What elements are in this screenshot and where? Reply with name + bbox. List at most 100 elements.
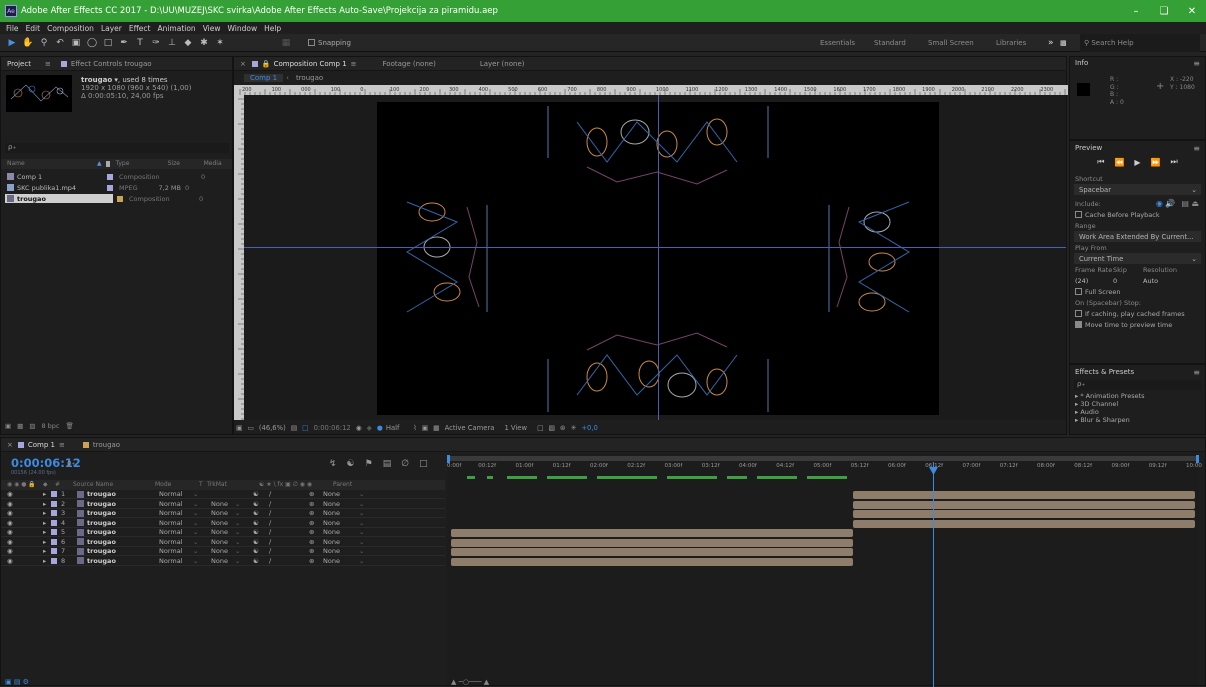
guide-vertical[interactable] [658, 95, 659, 420]
layer-mode-dropdown[interactable]: Normal [159, 547, 193, 555]
time-ruler[interactable]: 0:00f 00:12f 01:00f 01:12f 02:00f 02:12f 03:00… [447, 462, 1202, 474]
layer-parent-dropdown[interactable]: None [323, 528, 359, 536]
graph-editor-icon[interactable]: □ [419, 459, 428, 469]
parent-pickwhip-icon[interactable]: ⊛ [309, 547, 323, 555]
panel-menu-icon[interactable]: ≡ [1193, 144, 1200, 153]
project-item-row[interactable]: Comp 1 Composition 0 [1, 172, 232, 182]
menu-animation[interactable]: Animation [157, 24, 195, 33]
bpc-button[interactable]: 8 bpc [41, 422, 59, 430]
panel-menu-icon[interactable]: ≡ [351, 60, 357, 68]
pan-behind-tool-icon[interactable]: ◯ [84, 36, 100, 50]
frame-blending-icon[interactable]: ▤ [383, 459, 392, 469]
visibility-eye-icon[interactable]: ◉ [7, 557, 25, 565]
layer-name[interactable]: trougao [87, 538, 159, 546]
layer-mode-dropdown[interactable]: Normal [159, 490, 193, 498]
collapse-transform-icon[interactable]: ☯ [253, 557, 269, 565]
workspace-standard[interactable]: Standard [874, 34, 906, 52]
panel-menu-icon[interactable]: ≡ [59, 441, 65, 449]
layer-mode-dropdown[interactable]: Normal [159, 509, 193, 517]
tab-composition[interactable]: Composition Comp 1 [274, 60, 347, 68]
panel-menu-icon[interactable]: ≡ [45, 60, 51, 68]
layer-mode-dropdown[interactable]: Normal [159, 557, 193, 565]
3d-renderer-icon[interactable]: □ [537, 424, 543, 432]
menu-composition[interactable]: Composition [47, 24, 94, 33]
search-help-field[interactable]: ⚲ Search Help [1080, 34, 1200, 52]
fast-previews-icon[interactable]: ⌇ [413, 424, 416, 432]
layer-trkmat-dropdown[interactable]: None [211, 538, 235, 546]
layer-name[interactable]: trougao [87, 528, 159, 536]
quality-switch-icon[interactable]: ∕ [269, 490, 309, 498]
trash-icon[interactable]: 🗑 [66, 422, 74, 430]
tab-timeline-trougao[interactable]: trougao [93, 441, 120, 449]
workspace-libraries[interactable]: Libraries [996, 34, 1026, 52]
project-search-input[interactable]: ρ₊ [5, 143, 229, 153]
rotate-tool-icon[interactable]: ↶ [52, 36, 68, 50]
interpret-footage-icon[interactable]: ▣ [5, 422, 11, 430]
workspace-small-screen[interactable]: Small Screen [928, 34, 974, 52]
new-composition-icon[interactable]: ▨ [29, 422, 35, 430]
snapshot-camera-icon[interactable]: ◉ [356, 424, 362, 432]
layer-row[interactable]: ◉ ▸ 1 trougao Normal ⌄ ☯ ∕ ⊛ None ⌄ [1, 490, 445, 499]
type-tool-icon[interactable]: T [132, 36, 148, 50]
layer-label-color[interactable] [51, 491, 57, 497]
tab-effect-controls[interactable]: Effect Controls trougao [71, 60, 152, 68]
layer-row[interactable]: ◉ ▸ 8 trougao Normal ⌄ None ⌄ ☯ ∕ ⊛ None… [1, 557, 445, 566]
axis-mode-icon[interactable]: ▦ [278, 36, 294, 50]
timeline-search-input[interactable]: ρ₊ [67, 459, 127, 469]
parent-pickwhip-icon[interactable]: ⊛ [309, 509, 323, 517]
layer-name[interactable]: trougao [87, 490, 159, 498]
layer-label-color[interactable] [51, 557, 57, 564]
layer-duration-bar[interactable] [451, 548, 853, 556]
zoom-slider[interactable]: ▲ ─○─── ▲ [451, 678, 489, 686]
resolution-dropdown[interactable]: Half [386, 424, 400, 432]
breadcrumb-trougao[interactable]: trougao [292, 74, 327, 82]
play-icon[interactable]: ▶ [1134, 158, 1140, 167]
zoom-tool-icon[interactable]: ⚲ [36, 36, 52, 50]
layer-duration-bar[interactable] [451, 529, 853, 537]
layer-row[interactable]: ◉ ▸ 2 trougao Normal ⌄ None ⌄ ☯ ∕ ⊛ None… [1, 500, 445, 509]
timeline-icon[interactable]: ▨ [548, 424, 554, 432]
current-time-display[interactable]: 0:00:06:12 [314, 424, 351, 432]
parent-pickwhip-icon[interactable]: ⊛ [309, 528, 323, 536]
col-name[interactable]: Name [7, 160, 97, 167]
expand-arrow-icon[interactable]: ▸ [43, 528, 51, 536]
quality-switch-icon[interactable]: ∕ [269, 519, 309, 527]
next-frame-icon[interactable]: ⏩ [1151, 158, 1161, 167]
menu-view[interactable]: View [203, 24, 221, 33]
menu-edit[interactable]: Edit [26, 24, 41, 33]
panel-menu-icon[interactable]: ≡ [1193, 368, 1200, 377]
always-preview-icon[interactable]: ▣ [236, 424, 242, 432]
layer-label-color[interactable] [51, 538, 57, 545]
snapping-checkbox[interactable] [308, 39, 315, 46]
visibility-eye-icon[interactable]: ◉ [7, 500, 25, 508]
col-type[interactable]: Type [116, 160, 168, 167]
comp-viewer[interactable] [244, 95, 1066, 420]
collapse-transform-icon[interactable]: ☯ [253, 547, 269, 555]
cache-before-checkbox[interactable] [1075, 211, 1082, 218]
layer-parent-dropdown[interactable]: None [323, 557, 359, 565]
parent-pickwhip-icon[interactable]: ⊛ [309, 519, 323, 527]
puppet-tool-icon[interactable]: ✶ [212, 36, 228, 50]
eraser-tool-icon[interactable]: ◆ [180, 36, 196, 50]
visibility-eye-icon[interactable]: ◉ [7, 519, 25, 527]
panel-menu-icon[interactable]: ≡ [1193, 59, 1200, 68]
frame-rate-dropdown[interactable]: (24) [1075, 277, 1113, 285]
tab-timeline-comp1[interactable]: Comp 1 [28, 441, 55, 449]
current-time-indicator[interactable] [933, 462, 934, 687]
camera-tool-icon[interactable]: ▣ [68, 36, 84, 50]
layer-trkmat-dropdown[interactable]: None [211, 519, 235, 527]
visibility-eye-icon[interactable]: ◉ [7, 547, 25, 555]
layer-trkmat-dropdown[interactable]: None [211, 547, 235, 555]
first-frame-icon[interactable]: ⏮ [1097, 157, 1104, 167]
timeline-footer-icons[interactable]: ▣ ▤ ⚙ [5, 678, 29, 686]
toggle-mask-icon[interactable]: ▦ [433, 424, 439, 432]
workspace-essentials[interactable]: Essentials [820, 34, 855, 52]
expand-arrow-icon[interactable]: ▸ [43, 538, 51, 546]
layer-mode-dropdown[interactable]: Normal [159, 538, 193, 546]
quality-switch-icon[interactable]: ∕ [269, 547, 309, 555]
layer-parent-dropdown[interactable]: None [323, 490, 359, 498]
roto-brush-tool-icon[interactable]: ✱ [196, 36, 212, 50]
layer-mode-dropdown[interactable]: Normal [159, 500, 193, 508]
layer-trkmat-dropdown[interactable]: None [211, 509, 235, 517]
effects-category[interactable]: ▸ Blur & Sharpen [1075, 416, 1205, 424]
